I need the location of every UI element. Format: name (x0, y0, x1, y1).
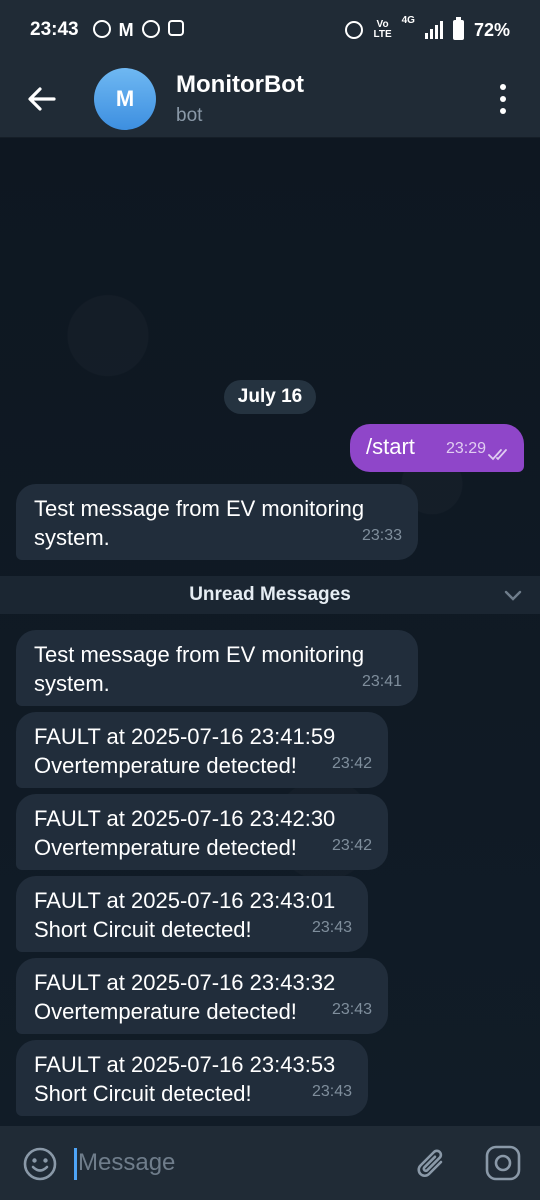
incoming-message[interactable]: FAULT at 2025-07-16 23:43:53 Short Circu… (16, 1040, 368, 1116)
message-text: FAULT at 2025-07-16 23:41:59 Overtempera… (34, 724, 336, 778)
message-text: Test message from EV monitoring system. (34, 496, 365, 550)
unread-label: Unread Messages (189, 584, 351, 605)
chat-title-block[interactable]: MonitorBot bot (176, 71, 304, 127)
volte-indicator: Vo LTE (373, 19, 392, 40)
message-text: FAULT at 2025-07-16 23:43:53 Short Circu… (34, 1052, 336, 1106)
avatar-letter: M (115, 85, 135, 111)
chat-title: MonitorBot (176, 70, 304, 98)
chat-subtitle: bot (176, 104, 203, 126)
camera-icon[interactable] (484, 1144, 522, 1182)
whatsapp-icon (92, 19, 111, 38)
message-text: /start (366, 434, 415, 459)
youtube-icon (167, 19, 184, 36)
message-text: FAULT at 2025-07-16 23:42:30 Overtempera… (34, 806, 336, 860)
battery-level: 72% (473, 19, 510, 40)
status-bar: 23:43 M Vo LTE 4G 72% (0, 0, 540, 60)
emoji-icon[interactable] (22, 1146, 58, 1182)
incoming-message[interactable]: Test message from EV monitoring system. … (16, 484, 418, 560)
message-text: FAULT at 2025-07-16 23:43:32 Overtempera… (34, 970, 336, 1024)
incoming-message[interactable]: FAULT at 2025-07-16 23:43:32 Overtempera… (16, 958, 388, 1034)
more-vert-icon (500, 84, 506, 90)
chat-area[interactable]: July 16 /start 23:29 Test message from E… (0, 138, 540, 1126)
message-time: 23:42 (331, 755, 372, 772)
message-time: 23:43 (331, 1001, 372, 1018)
text-caret (74, 1148, 77, 1180)
double-check-icon (488, 449, 507, 461)
back-arrow-icon (28, 86, 56, 111)
chevron-down-icon[interactable] (502, 584, 524, 606)
message-input[interactable] (78, 1140, 398, 1186)
incoming-message[interactable]: FAULT at 2025-07-16 23:43:01 Short Circu… (16, 876, 368, 952)
unread-messages-divider: Unread Messages (0, 576, 540, 614)
back-button[interactable] (0, 60, 84, 138)
alarm-icon (345, 21, 364, 39)
incoming-message[interactable]: Test message from EV monitoring system. … (16, 630, 418, 706)
message-time: 23:43 (311, 1083, 352, 1100)
network-type: 4G (401, 14, 415, 26)
message-time: 23:33 (361, 527, 402, 544)
gmail-icon: M (118, 19, 134, 40)
signal-icon (424, 21, 443, 39)
date-separator: July 16 (224, 380, 316, 414)
more-options-button[interactable] (488, 82, 518, 116)
attach-icon[interactable] (414, 1144, 450, 1184)
message-time: 23:29 (445, 440, 486, 457)
message-composer (0, 1126, 540, 1200)
message-text: FAULT at 2025-07-16 23:43:01 Short Circu… (34, 888, 336, 942)
message-text: Test message from EV monitoring system. (34, 642, 365, 696)
message-time: 23:41 (361, 673, 402, 690)
message-time: 23:43 (311, 919, 352, 936)
message-time: 23:42 (331, 837, 372, 854)
app-notification-icon (141, 19, 160, 38)
status-time: 23:43 (30, 19, 79, 40)
chat-header: M MonitorBot bot (0, 60, 540, 138)
outgoing-message[interactable]: /start 23:29 (350, 424, 524, 472)
incoming-message[interactable]: FAULT at 2025-07-16 23:41:59 Overtempera… (16, 712, 388, 788)
incoming-message[interactable]: FAULT at 2025-07-16 23:42:30 Overtempera… (16, 794, 388, 870)
battery-icon (452, 17, 464, 40)
avatar[interactable]: M (94, 67, 156, 130)
